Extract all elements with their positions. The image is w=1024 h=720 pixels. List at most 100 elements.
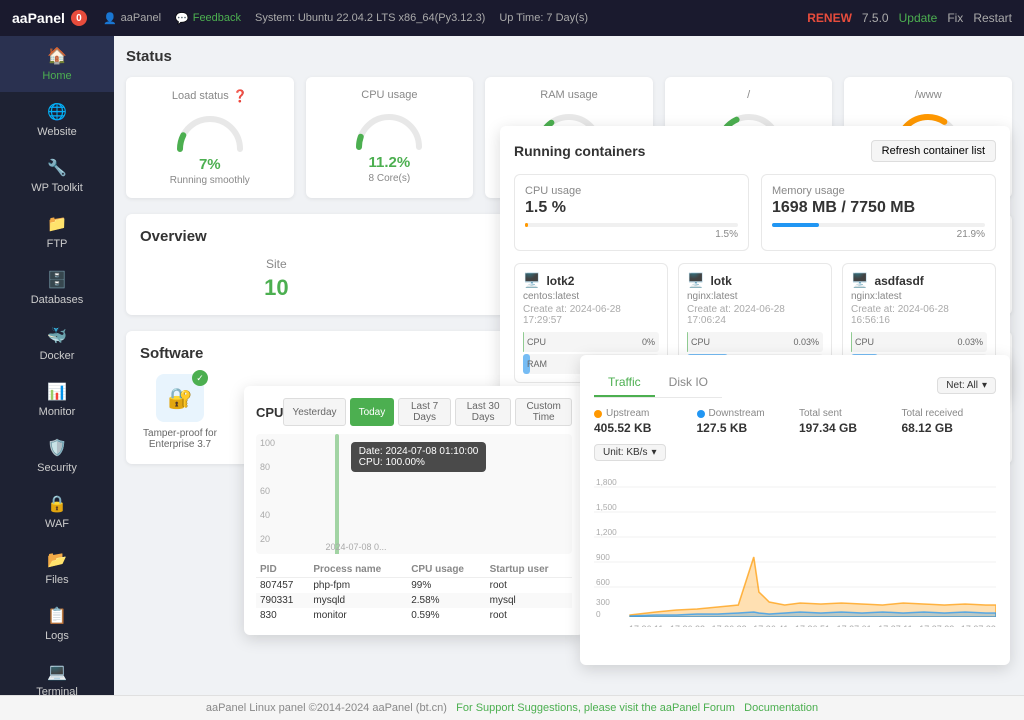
container-name-3: asdfasdf — [874, 274, 923, 288]
tooltip-cpu: CPU: 100.00% — [359, 457, 479, 468]
sidebar-icon-wp-toolkit: 🔧 — [47, 158, 67, 178]
sidebar-item-docker[interactable]: 🐳Docker — [0, 316, 114, 372]
puser-2: mysql — [486, 593, 572, 608]
btn-today[interactable]: Today — [350, 398, 395, 426]
cpu-mini-bar-2: CPU 0.03% — [687, 332, 823, 352]
info-icon[interactable]: ❓ — [233, 89, 248, 103]
sidebar-icon-terminal: 💻 — [47, 662, 67, 682]
unit-label: Unit: KB/s — [603, 447, 647, 458]
sidebar-item-monitor[interactable]: 📊Monitor — [0, 372, 114, 428]
sidebar-item-logs[interactable]: 📋 Logs — [0, 596, 114, 652]
sidebar-item-databases[interactable]: 🗄️Databases — [0, 260, 114, 316]
pname-3: monitor — [309, 608, 407, 623]
sidebar-label-home: Home — [42, 70, 71, 82]
x-label-7: 17:37:22 — [919, 624, 954, 627]
y-label-60: 60 — [260, 486, 270, 496]
containers-title: Running containers — [514, 143, 645, 159]
startup-user-header: Startup user — [486, 562, 572, 578]
btn-7days[interactable]: Last 7 Days — [398, 398, 451, 426]
sidebar-item-home[interactable]: 🏠 Home — [0, 36, 114, 92]
user-icon: 👤 aaPanel — [103, 12, 161, 25]
x-label-chart: 2024-07-08 0... — [326, 542, 387, 552]
net-selector[interactable]: Net: All ▾ — [937, 377, 996, 394]
pcpu-1: 99% — [407, 578, 485, 594]
sidebar-item-wp-toolkit[interactable]: 🔧 WP Toolkit — [0, 148, 114, 204]
svg-text:300: 300 — [596, 598, 610, 607]
doc-link[interactable]: Documentation — [744, 702, 818, 714]
sidebar-item-website[interactable]: 🌐Website — [0, 92, 114, 148]
feedback-link[interactable]: 💬 Feedback — [175, 12, 241, 25]
btn-30days[interactable]: Last 30 Days — [455, 398, 511, 426]
uptime-info: Up Time: 7 Day(s) — [499, 12, 588, 24]
sidebar: 🏠 Home 🌐Website 🔧 WP Toolkit 📁FTP🗄️Databases🐳… — [0, 36, 114, 695]
cpu-percent-label: 1.5% — [525, 229, 738, 240]
pname-1: php-fpm — [309, 578, 407, 594]
downstream-label: Downstream — [697, 408, 792, 419]
stat-total-received: Total received 68.12 GB — [902, 408, 997, 435]
sidebar-item-security[interactable]: 🛡️Security — [0, 428, 114, 484]
chart-tooltip: Date: 2024-07-08 01:10:00 CPU: 100.00% — [351, 442, 487, 472]
traffic-svg: 1,800 1,500 1,200 900 600 300 0 — [594, 467, 996, 617]
y-label-80: 80 — [260, 462, 270, 472]
puser-1: root — [486, 578, 572, 594]
refresh-container-btn[interactable]: Refresh container list — [871, 140, 996, 162]
software-badge: ✓ — [192, 370, 208, 386]
support-link[interactable]: For Support Suggestions, please visit th… — [456, 702, 735, 714]
software-item-tamper[interactable]: 🔐 ✓ Tamper-proof for Enterprise 3.7 — [140, 374, 220, 450]
sidebar-item-files[interactable]: 📂Files — [0, 540, 114, 596]
update-link[interactable]: Update — [899, 11, 938, 25]
sidebar-label-wp-toolkit: WP Toolkit — [31, 182, 83, 194]
traffic-tabs: Traffic Disk IO — [594, 369, 722, 398]
stat-total-sent: Total sent 197.34 GB — [799, 408, 894, 435]
disk-www-label: /www — [856, 89, 1000, 101]
unit-select[interactable]: Unit: KB/s ▾ — [594, 444, 666, 461]
x-label-4: 17:36:51 — [795, 624, 830, 627]
pcpu-3: 0.59% — [407, 608, 485, 623]
sidebar-label-ftp: FTP — [47, 238, 68, 250]
sidebar-label-waf: WAF — [45, 518, 69, 530]
puser-3: root — [486, 608, 572, 623]
sidebar-label-databases: Databases — [31, 294, 84, 306]
lock-icon: 🔐 — [168, 386, 193, 411]
process-row-1: 807457 php-fpm 99% root — [256, 578, 572, 594]
sidebar-icon-logs: 📋 — [47, 606, 67, 626]
memory-usage-item: Memory usage 1698 MB / 7750 MB 21.9% — [761, 174, 996, 251]
net-selector-label: Net: All — [946, 380, 978, 391]
load-status-card: Load status ❓ 7% Running smoothly — [126, 77, 294, 198]
cpu-chart-overlay: CPU Yesterday Today Last 7 Days Last 30 … — [244, 386, 584, 635]
restart-link[interactable]: Restart — [973, 11, 1012, 25]
pid-2: 790331 — [256, 593, 309, 608]
tab-traffic[interactable]: Traffic — [594, 369, 655, 397]
fix-link[interactable]: Fix — [947, 11, 963, 25]
sidebar-item-waf[interactable]: 🔒WAF — [0, 484, 114, 540]
y-label-40: 40 — [260, 510, 270, 520]
tab-disk-io[interactable]: Disk IO — [655, 369, 722, 397]
container-date-3: Create at: 2024-06-28 16:56:16 — [851, 304, 987, 326]
cpu-usage-item: CPU usage 1.5 % 1.5% — [514, 174, 749, 251]
tamper-label: Tamper-proof for Enterprise 3.7 — [140, 428, 220, 450]
cpu-mini-bar-1: CPU 0% — [523, 332, 659, 352]
process-row-3: 830 monitor 0.59% root — [256, 608, 572, 623]
svg-text:1,500: 1,500 — [596, 503, 617, 512]
topbar-left: aaPanel 0 👤 aaPanel 💬 Feedback System: U… — [12, 10, 588, 26]
layout: 🏠 Home 🌐Website 🔧 WP Toolkit 📁FTP🗄️Databases🐳… — [0, 36, 1024, 695]
topbar: aaPanel 0 👤 aaPanel 💬 Feedback System: U… — [0, 0, 1024, 36]
x-label-8: 17:37:33 — [961, 624, 996, 627]
btn-yesterday[interactable]: Yesterday — [283, 398, 345, 426]
memory-label: Memory usage — [772, 185, 985, 197]
sidebar-item-ftp[interactable]: 📁FTP — [0, 204, 114, 260]
overview-site: Site 10 — [140, 257, 413, 301]
sidebar-label-logs: Logs — [45, 630, 69, 642]
sidebar-icon-home: 🏠 — [47, 46, 67, 66]
renew-link[interactable]: RENEW — [807, 11, 852, 25]
downstream-dot — [697, 410, 705, 418]
total-sent-label: Total sent — [799, 408, 894, 419]
x-label-0: 17:36:11 — [629, 624, 663, 627]
sidebar-icon-monitor: 📊 — [47, 382, 67, 402]
chart-title: CPU — [256, 405, 283, 420]
sidebar-icon-security: 🛡️ — [47, 438, 67, 458]
sidebar-item-terminal[interactable]: 💻Terminal — [0, 652, 114, 695]
btn-custom[interactable]: Custom Time — [515, 398, 572, 426]
logo-text: aaPanel — [12, 10, 65, 26]
memory-bar-fill — [772, 223, 819, 227]
